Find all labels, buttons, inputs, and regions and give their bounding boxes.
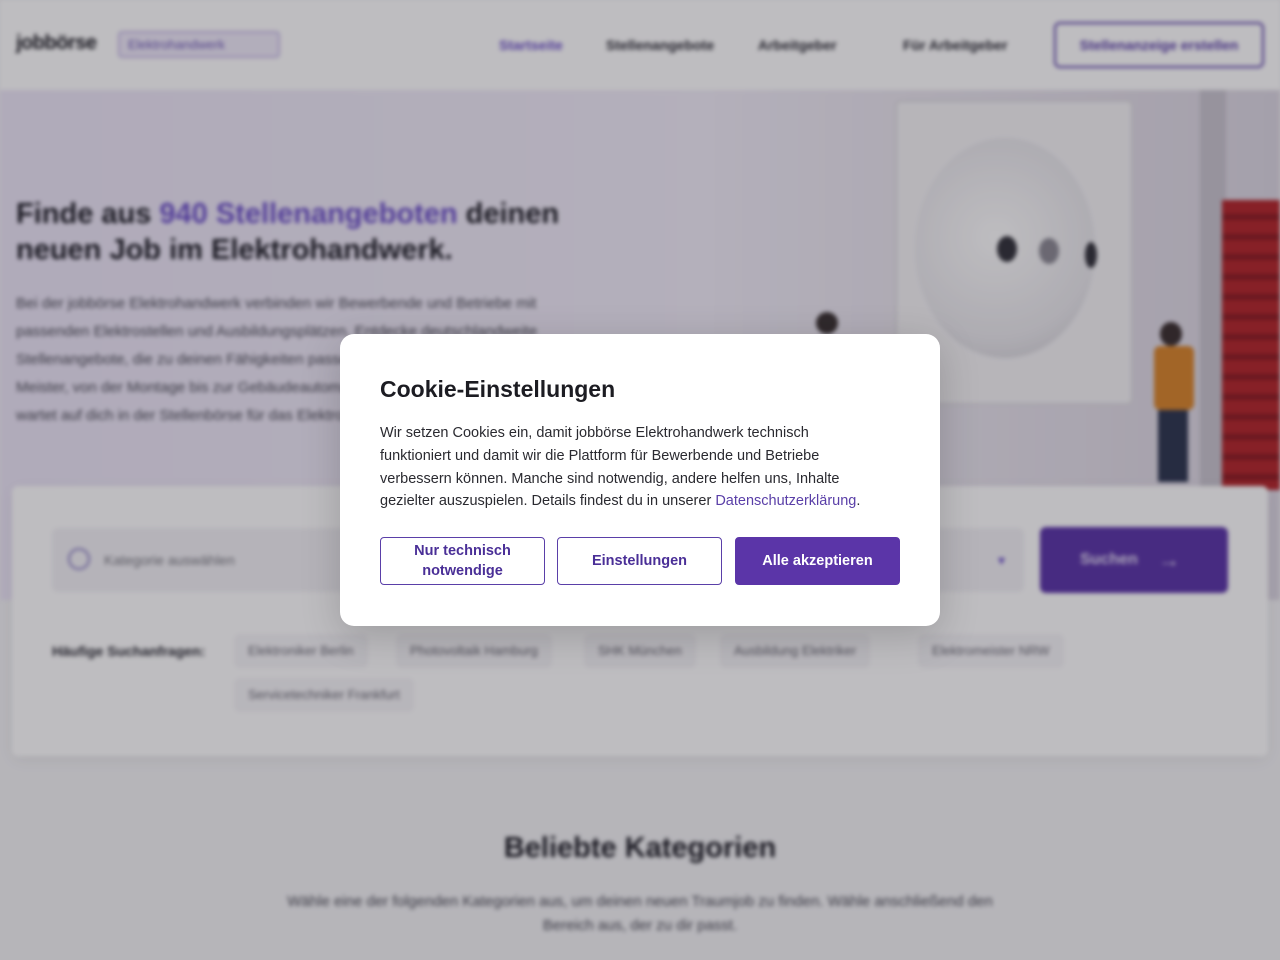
accept-all-button[interactable]: Alle akzeptieren: [735, 537, 900, 585]
necessary-only-button[interactable]: Nur technisch notwendige: [380, 537, 545, 585]
cookie-dialog: Cookie-Einstellungen Wir setzen Cookies …: [340, 334, 940, 626]
privacy-policy-link[interactable]: Datenschutzerklärung: [715, 493, 856, 509]
cookie-dialog-text: Wir setzen Cookies ein, damit jobbörse E…: [380, 425, 861, 510]
cookie-dialog-title: Cookie-Einstellungen: [380, 376, 616, 402]
cookie-settings-button[interactable]: Einstellungen: [557, 537, 722, 585]
